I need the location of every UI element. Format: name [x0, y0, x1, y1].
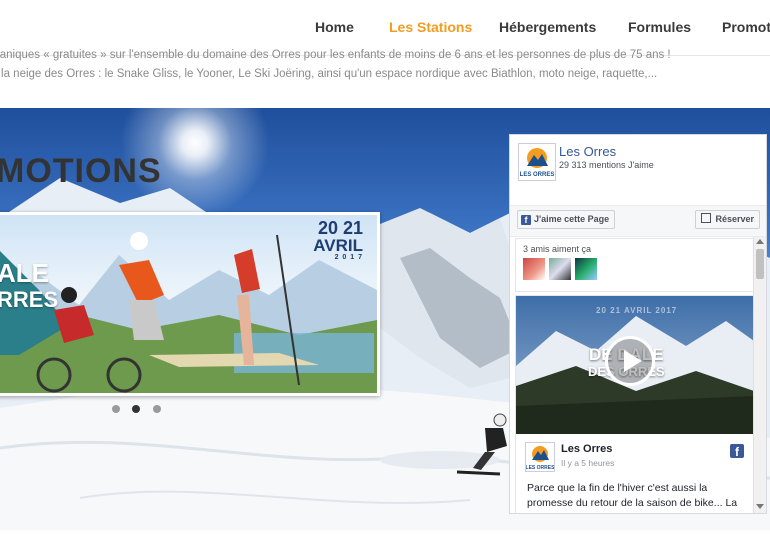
hero-title: MOTIONS — [0, 152, 162, 190]
page-logo[interactable]: LES ORRES — [518, 143, 556, 181]
nav-item-hebergements[interactable]: Hébergements — [499, 19, 596, 35]
post-timestamp[interactable]: Il y a 5 heures — [561, 458, 614, 468]
carousel-dot-3[interactable] — [152, 405, 161, 413]
like-page-button[interactable]: f J'aime cette Page — [517, 210, 616, 229]
facebook-page-header: LES ORRES Les Orres 29 313 mentions J'ai… — [510, 135, 766, 201]
friends-like-text: 3 amis aiment ça — [523, 244, 592, 254]
page-likes-count: 29 313 mentions J'aime — [559, 160, 654, 170]
facebook-action-bar: f J'aime cette Page Réserver — [510, 205, 766, 237]
facebook-page-widget: LES ORRES Les Orres 29 313 mentions J'ai… — [509, 134, 767, 514]
promo-date-days: 20 21 — [317, 218, 363, 238]
les-orres-logo-icon: LES ORRES — [520, 148, 555, 178]
reserve-label: Réserver — [715, 214, 754, 224]
post-image-caption: 20 21 AVRIL 2017 — [596, 306, 678, 315]
friend-avatar-2[interactable] — [549, 258, 571, 280]
calendar-icon — [701, 213, 712, 223]
facebook-post: 20 21 AVRIL 2017 DE DALE DES ORRES LES O… — [515, 295, 755, 513]
friends-like-box: 3 amis aiment ça — [515, 238, 755, 292]
small-logo-text: LES ORRES — [526, 465, 554, 471]
scrollbar-thumb[interactable] — [756, 249, 764, 279]
les-orres-logo-small-icon: LES ORRES — [526, 446, 555, 471]
nav-item-promotions[interactable]: Promoti — [722, 19, 770, 35]
promo-date-year: 2 0 1 7 — [334, 254, 363, 261]
nav-item-les-stations[interactable]: Les Stations — [389, 19, 472, 35]
promo-date-month: AVRIL — [313, 236, 363, 255]
widget-scrollbar[interactable] — [753, 237, 766, 513]
carousel-dot-2[interactable] — [132, 405, 141, 413]
promo-date: 20 21 AVRIL 2 0 1 7 — [313, 219, 363, 261]
nav-item-home[interactable]: Home — [315, 19, 354, 35]
reserve-button[interactable]: Réserver — [695, 210, 760, 229]
facebook-corner-icon[interactable]: f — [730, 444, 744, 459]
play-video-button[interactable] — [605, 336, 655, 386]
promo-brand-line-2: RRES — [0, 286, 59, 312]
post-text: Parce que la fin de l'hiver c'est aussi … — [527, 482, 738, 509]
carousel-dot-1[interactable] — [112, 405, 120, 413]
friend-avatar-1[interactable] — [523, 258, 545, 280]
facebook-f-icon: f — [521, 215, 531, 225]
like-page-label: J'aime cette Page — [534, 214, 610, 224]
carousel-dots — [112, 400, 169, 418]
page-name-link[interactable]: Les Orres — [559, 144, 616, 159]
intro-text-line-2: r la neige des Orres : le Snake Gliss, l… — [0, 68, 658, 80]
post-video-thumbnail[interactable]: 20 21 AVRIL 2017 DE DALE DES ORRES — [516, 296, 754, 434]
post-author-name[interactable]: Les Orres — [561, 443, 612, 455]
logo-text: LES ORRES — [520, 172, 555, 178]
post-author-avatar[interactable]: LES ORRES — [525, 442, 555, 472]
promo-brand-logo: ALE RRES — [0, 259, 75, 349]
intro-text-line-1: caniques « gratuites » sur l'ensemble du… — [0, 49, 671, 61]
promo-slide-card[interactable]: ALE RRES 20 21 AVRIL 2 0 1 7 — [0, 212, 380, 396]
friend-avatar-3[interactable] — [575, 258, 597, 280]
scroll-down-arrow-icon[interactable] — [756, 504, 764, 509]
play-icon — [624, 350, 642, 372]
top-navigation: Home Les Stations Hébergements Formules … — [0, 0, 770, 56]
nav-item-formules[interactable]: Formules — [628, 19, 691, 35]
promo-brand-line-1: ALE — [0, 258, 49, 288]
scroll-up-arrow-icon[interactable] — [756, 239, 764, 244]
